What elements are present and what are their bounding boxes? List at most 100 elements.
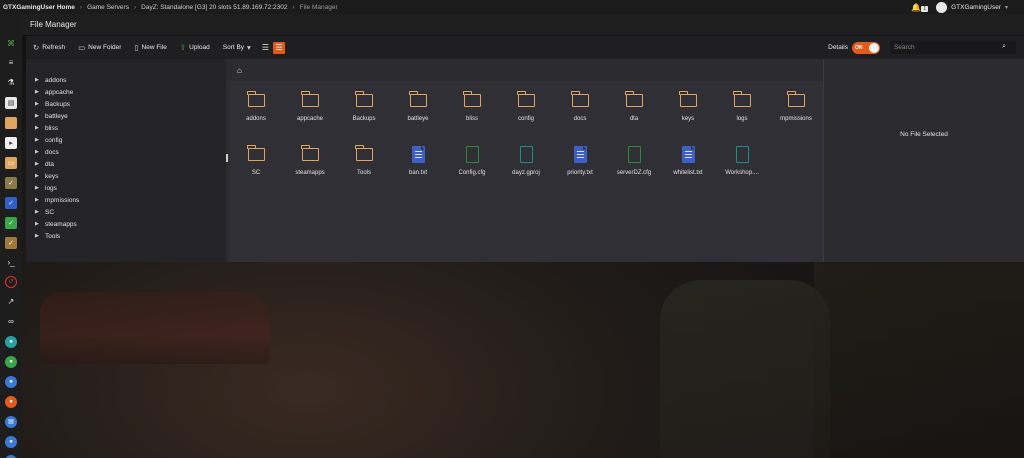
details-toggle[interactable]: ON (852, 42, 880, 54)
user-menu[interactable]: GTXGamingUser ▾ (936, 2, 1008, 13)
tree-item[interactable]: ▶bliss (26, 122, 226, 134)
sliders-icon[interactable]: ≡ (5, 57, 17, 69)
file-tile[interactable]: appcache (283, 87, 337, 131)
tree-item[interactable]: ▶logs (26, 182, 226, 194)
tree-item[interactable]: ▶docs (26, 146, 226, 158)
tree-item[interactable]: ▶Tools (26, 230, 226, 242)
chevron-right-icon: › (80, 4, 82, 11)
tree-item[interactable]: ▶appcache (26, 86, 226, 98)
user-teal-icon[interactable]: ● (5, 336, 17, 348)
breadcrumb-game-servers-link[interactable]: Game Servers (87, 4, 129, 11)
caret-right-icon[interactable]: ▶ (35, 101, 45, 107)
new-file-button[interactable]: ▯ New File (134, 43, 166, 52)
caret-right-icon[interactable]: ▶ (35, 77, 45, 83)
file-tile[interactable]: Tools (337, 141, 391, 185)
file-tile[interactable]: battleye (391, 87, 445, 131)
check-list-icon[interactable]: ✓ (5, 197, 17, 209)
mod-icon[interactable]: ✓ (5, 237, 17, 249)
folder-icon[interactable] (5, 117, 17, 129)
user-blue-icon[interactable]: ● (5, 436, 17, 448)
config-file-icon (628, 141, 641, 167)
file-tile[interactable]: addons (229, 87, 283, 131)
breadcrumb-server-link[interactable]: DayZ: Standalone [G3] 20 slots 51.89.169… (141, 4, 287, 11)
clock-icon[interactable]: ↺ (5, 276, 17, 288)
caret-right-icon[interactable]: ▶ (35, 89, 45, 95)
file-tile[interactable]: dayz.gproj (499, 141, 553, 185)
caret-right-icon[interactable]: ▶ (35, 233, 45, 239)
sort-by-dropdown[interactable]: Sort By ▾ (223, 43, 251, 52)
breadcrumb-home-link[interactable]: GTXGamingUser Home (3, 4, 75, 11)
tree-item[interactable]: ▶config (26, 134, 226, 146)
file-tile[interactable]: mpmissions (769, 87, 823, 131)
caret-right-icon[interactable]: ▶ (35, 221, 45, 227)
file-tile-label: config (518, 116, 534, 122)
database-icon[interactable]: ● (5, 376, 17, 388)
file-tile[interactable]: priority.txt (553, 141, 607, 185)
tree-item[interactable]: ▶battleye (26, 110, 226, 122)
server-icon[interactable]: ▤ (5, 97, 17, 109)
file-tile[interactable]: ban.txt (391, 141, 445, 185)
caret-right-icon[interactable]: ▶ (35, 161, 45, 167)
file-tile-label: ban.txt (409, 170, 427, 176)
folder-icon (356, 87, 373, 113)
file-tile[interactable]: config (499, 87, 553, 131)
caret-right-icon[interactable]: ▶ (35, 125, 45, 131)
caret-right-icon[interactable]: ▶ (35, 137, 45, 143)
tree-item[interactable]: ▶keys (26, 170, 226, 182)
file-tile[interactable]: SC (229, 141, 283, 185)
caret-right-icon[interactable]: ▶ (35, 149, 45, 155)
tree-item[interactable]: ▶SC (26, 206, 226, 218)
list-view-icon[interactable]: ☰ (262, 43, 269, 52)
background-car-image (40, 292, 270, 364)
folder-tree: ▶addons▶appcache▶Backups▶battleye▶bliss▶… (26, 59, 226, 262)
notifications-button[interactable]: 🔔1 (911, 3, 928, 12)
archive-icon[interactable]: ▭ (5, 157, 17, 169)
search-icon[interactable]: ⌕ (1002, 43, 1006, 51)
steam-workshop-icon[interactable]: ✓ (5, 177, 17, 189)
left-splitter-handle[interactable] (226, 154, 228, 162)
file-tile[interactable]: keys (661, 87, 715, 131)
files-area: ⌂ addonsappcacheBackupsbattleyebliss conf… (229, 59, 823, 262)
tree-item[interactable]: ▶mpmissions (26, 194, 226, 206)
file-tile-label: logs (736, 116, 747, 122)
file-tile[interactable]: docs (553, 87, 607, 131)
upload-button[interactable]: ⇧ Upload (180, 43, 210, 52)
tree-item[interactable]: ▶steamapps (26, 218, 226, 230)
file-tile[interactable]: Backups (337, 87, 391, 131)
file-tile[interactable]: Config.cfg (445, 141, 499, 185)
file-tile[interactable]: Workshop.... (715, 141, 769, 185)
user-orange-icon[interactable]: ● (5, 396, 17, 408)
file-tile[interactable]: steamapps (283, 141, 337, 185)
caret-right-icon[interactable]: ▶ (35, 209, 45, 215)
binoculars-icon[interactable]: ∞ (5, 316, 17, 328)
file-grid: addonsappcacheBackupsbattleyebliss config… (229, 81, 823, 262)
folder-icon (626, 87, 643, 113)
grid-view-icon[interactable]: ☰ (273, 42, 285, 54)
file-tile-label: Workshop.... (725, 170, 759, 176)
print-icon[interactable]: ▤ (5, 416, 17, 428)
file-icon[interactable]: ▸ (5, 137, 17, 149)
user-green-icon[interactable]: ● (5, 356, 17, 368)
home-icon[interactable]: ⌂ (237, 66, 242, 75)
search-input[interactable] (890, 41, 1016, 54)
sort-by-label: Sort By (223, 44, 244, 51)
new-folder-button[interactable]: ▭ New Folder (78, 43, 121, 52)
tree-item[interactable]: ▶addons (26, 74, 226, 86)
tree-item[interactable]: ▶dta (26, 158, 226, 170)
refresh-button[interactable]: ↻ Refresh (33, 43, 65, 52)
chart-line-icon[interactable]: ↗ (5, 296, 17, 308)
caret-right-icon[interactable]: ▶ (35, 197, 45, 203)
gamepad-icon[interactable]: ⌘ (5, 38, 17, 50)
file-tile[interactable]: bliss (445, 87, 499, 131)
file-tile[interactable]: logs (715, 87, 769, 131)
check-green-icon[interactable]: ✓ (5, 217, 17, 229)
caret-right-icon[interactable]: ▶ (35, 113, 45, 119)
file-tile[interactable]: whitelist.txt (661, 141, 715, 185)
caret-right-icon[interactable]: ▶ (35, 173, 45, 179)
flask-icon[interactable]: ⚗ (5, 77, 17, 89)
caret-right-icon[interactable]: ▶ (35, 185, 45, 191)
tree-item[interactable]: ▶Backups (26, 98, 226, 110)
file-tile[interactable]: dta (607, 87, 661, 131)
terminal-icon[interactable]: ›_ (5, 257, 17, 269)
file-tile[interactable]: serverDZ.cfg (607, 141, 661, 185)
